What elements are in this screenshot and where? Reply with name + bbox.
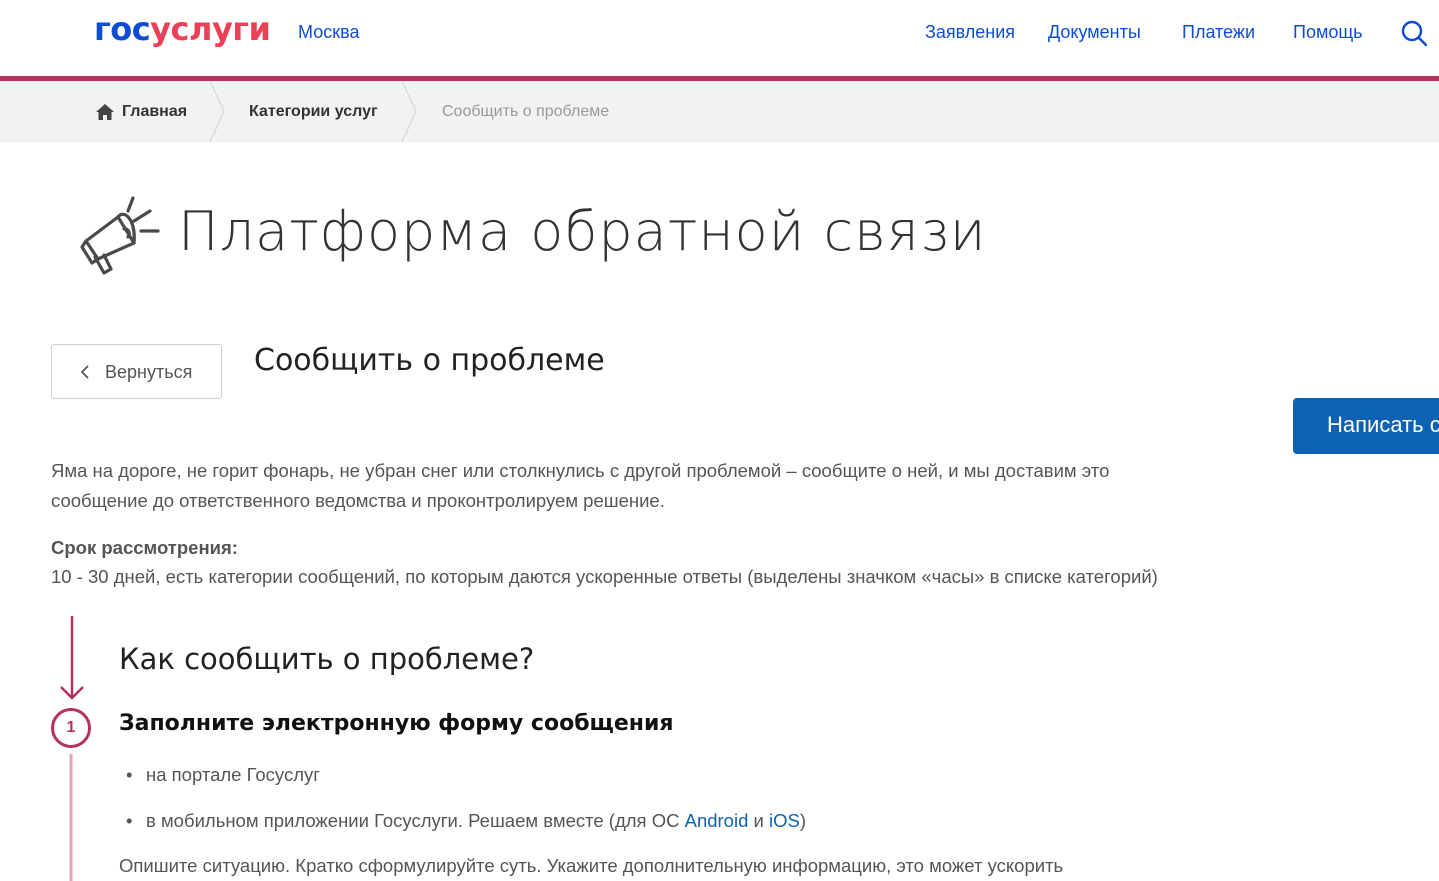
step-description: Опишите ситуацию. Кратко сформулируйте с…	[119, 855, 1064, 876]
review-term-title: Срок рассмотрения:	[51, 537, 238, 558]
how-to-report-title: Как сообщить о проблеме?	[119, 642, 535, 676]
ios-link[interactable]: iOS	[769, 810, 800, 831]
bullet-dot: •	[126, 764, 133, 785]
write-button-label: Написать с	[1327, 412, 1439, 437]
back-button[interactable]: Вернуться	[51, 344, 222, 399]
review-term-text: 10 - 30 дней, есть категории сообщений, …	[51, 566, 1158, 587]
bullet-text: в мобильном приложении Госуслуги. Решаем…	[146, 810, 806, 832]
search-icon[interactable]	[1401, 20, 1427, 46]
bullet-dot: •	[126, 810, 133, 831]
steps-timeline	[60, 616, 84, 881]
back-button-label: Вернуться	[105, 362, 193, 382]
breadcrumb-categories[interactable]: Категории услуг	[249, 103, 378, 121]
intro-text: Яма на дороге, не горит фонарь, не убран…	[51, 460, 1110, 511]
nav-applications[interactable]: Заявления	[925, 22, 1015, 43]
chevron-left-icon	[80, 365, 89, 379]
section-title: Сообщить о проблеме	[254, 343, 605, 378]
megaphone-icon	[80, 196, 160, 275]
nav-payments[interactable]: Платежи	[1182, 22, 1255, 43]
breadcrumb-current: Сообщить о проблеме	[442, 103, 610, 120]
step-title: Заполните электронную форму сообщения	[119, 711, 674, 736]
nav-help[interactable]: Помощь	[1293, 22, 1363, 43]
page-title: Платформа обратной связи	[178, 200, 987, 263]
city-selector[interactable]: Москва	[298, 22, 359, 43]
write-message-button[interactable]: Написать с	[1293, 398, 1439, 454]
logo-part-uslugi: услуги	[150, 10, 271, 48]
bullet-app-text: в мобильном приложении Госуслуги. Решаем…	[146, 810, 680, 831]
bullet-and-text: и	[753, 810, 764, 831]
top-header: госуслуги Москва Заявления Документы Пла…	[0, 0, 1439, 76]
bullet-close-paren: )	[799, 810, 807, 831]
logo-part-gos: гос	[94, 10, 151, 48]
nav-documents[interactable]: Документы	[1048, 22, 1141, 43]
breadcrumb-separator	[209, 81, 225, 142]
breadcrumb-separator	[401, 81, 417, 142]
breadcrumb: Главная Категории услуг Сообщить о пробл…	[0, 81, 1439, 142]
android-link[interactable]: Android	[685, 810, 749, 831]
gosuslugi-logo[interactable]: госуслуги	[94, 10, 271, 48]
home-icon	[96, 104, 114, 120]
bullet-text: на портале Госуслуг	[146, 764, 321, 785]
step-number-badge: 1	[51, 708, 91, 748]
breadcrumb-home[interactable]: Главная	[122, 103, 187, 121]
